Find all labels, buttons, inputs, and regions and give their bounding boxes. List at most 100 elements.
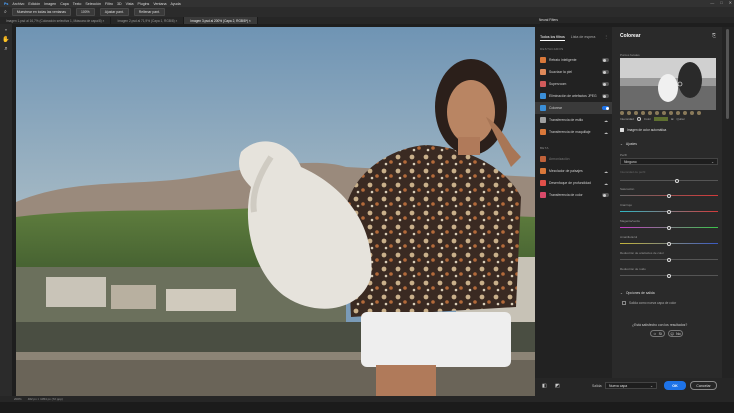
slider-knob[interactable] [667,257,671,262]
adjustment-slider[interactable] [620,225,718,230]
profile-select[interactable]: Ninguno ⌄ [620,158,718,165]
fit-screen-button[interactable]: Ajustar pant. [99,8,129,16]
color-dot[interactable] [655,111,659,115]
filter-item[interactable]: Transferencia de estilo ☁ [535,114,612,126]
tab-wait-list[interactable]: Lista de espera [571,35,596,41]
color-dot[interactable] [676,111,680,115]
filter-item[interactable]: Eliminación de artefactos JPEG [535,90,612,102]
fill-screen-button[interactable]: Rellenar pant. [133,8,165,16]
cancel-button[interactable]: Cancelar [690,381,717,390]
slider-knob[interactable] [667,193,671,198]
minimize-icon[interactable]: — [710,0,714,5]
close-icon[interactable]: ✕ [729,0,732,5]
yes-button[interactable]: ☺ Sí [650,330,665,337]
slider-knob[interactable] [675,178,679,183]
doc-tab[interactable]: Imagen 2.psd al 71,9% (Capa 1, RGB/8) × [111,17,185,24]
slider-label: Saturación [620,187,635,191]
ok-button[interactable]: OK [664,381,686,390]
cloud-download-icon[interactable]: ☁ [604,118,608,123]
menu-item[interactable]: Archivo [12,2,24,6]
menu-item[interactable]: Vista [126,2,134,6]
more-icon[interactable]: ⋮ [604,35,608,41]
filter-item[interactable]: Armonización [535,153,612,165]
menu-item[interactable]: Edición [28,2,40,6]
menu-item[interactable]: Filtro [105,2,113,6]
adjustment-slider[interactable] [620,257,718,262]
zoom-tool-icon[interactable]: ⌕ [0,44,12,54]
scroll-thumb[interactable] [726,29,729,119]
adjustment-slider[interactable] [620,241,718,246]
doc-tab-active[interactable]: Imagen 3.psd al 200% (Capa 2, RGB/8*) × [184,17,258,24]
output-select[interactable]: Nueva capa ⌄ [605,382,657,389]
filter-item[interactable]: Superzoom [535,78,612,90]
color-swatch[interactable] [654,117,669,121]
filter-item[interactable]: Suavizar la piel [535,66,612,78]
filter-toggle[interactable] [602,58,609,62]
cloud-download-icon[interactable]: ☁ [604,169,608,174]
menu-item[interactable]: Imagen [44,2,56,6]
color-dot[interactable] [690,111,694,115]
color-dot[interactable] [669,111,673,115]
adjustment-slider[interactable] [620,193,718,198]
menu-item[interactable]: Capa [60,2,69,6]
slider-knob[interactable] [667,241,671,246]
filter-item[interactable]: Colorear [535,102,612,114]
menu-item[interactable]: Selección [85,2,101,6]
filter-item[interactable]: Transferencia de color [535,189,612,201]
color-dot[interactable] [662,111,666,115]
menu-item[interactable]: Texto [73,2,82,6]
panel-scrollbar[interactable] [722,27,734,378]
color-dot[interactable] [648,111,652,115]
collapse-tools-icon[interactable]: » [0,24,12,34]
color-dot[interactable] [683,111,687,115]
maximize-icon[interactable]: □ [720,0,722,5]
output-options-header[interactable]: ⌄ Opciones de salida [620,291,655,295]
adjustments-header[interactable]: ⌄ Ajustes [620,142,637,146]
panel-menu-icon[interactable]: ⎘ [712,33,716,39]
output-layer-checkbox[interactable] [622,301,626,305]
cloud-download-icon[interactable]: ☁ [604,181,608,186]
doc-tab[interactable]: Imagen 1.psd al 16,7% (Coloración select… [0,17,112,24]
preview-thumbnail[interactable] [620,58,716,110]
filter-item[interactable]: Mezclador de paisajes ☁ [535,165,612,177]
profile-strength-slider[interactable] [620,178,718,183]
intensity-knob[interactable] [636,117,641,121]
auto-color-checkbox[interactable] [620,128,624,132]
filter-toggle[interactable] [602,106,609,110]
zoom-level-field[interactable]: 100% [76,8,95,16]
cloud-download-icon[interactable]: ☁ [604,130,608,135]
filter-item[interactable]: Desenfoque de profundidad ☁ [535,177,612,189]
color-dot[interactable] [627,111,631,115]
filter-toggle[interactable] [602,70,609,74]
layer-preview-icon[interactable]: ◩ [555,383,560,389]
slider-knob[interactable] [667,225,671,230]
filter-item[interactable]: Transferencia de maquillaje ☁ [535,126,612,138]
menu-item[interactable]: 3D [117,2,122,6]
color-dot[interactable] [641,111,645,115]
status-zoom[interactable]: 200% [14,397,22,401]
menu-item[interactable]: Ventana [153,2,166,6]
app-logo-icon[interactable]: Ps [4,2,8,6]
remove-icon[interactable]: ⊖ [671,117,674,121]
color-dot[interactable] [620,111,624,115]
filter-toggle[interactable] [602,193,609,197]
filter-icon [540,81,546,87]
no-button[interactable]: ☹ No [668,330,683,337]
zoom-tool-icon[interactable]: ⌕ [4,9,7,15]
color-dot[interactable] [634,111,638,115]
tab-all-filters[interactable]: Todos los filtros [540,35,565,41]
compare-icon[interactable]: ◧ [542,383,547,389]
slider-knob[interactable] [667,209,671,214]
menu-item[interactable]: Ayuda [171,2,181,6]
document-canvas[interactable] [16,27,535,396]
adjustment-slider[interactable] [620,209,718,214]
filter-toggle[interactable] [602,94,609,98]
color-dot[interactable] [697,111,701,115]
hand-tool-icon[interactable]: ✋ [0,34,12,44]
filter-toggle[interactable] [602,82,609,86]
filter-item[interactable]: Retrato inteligente [535,54,612,66]
menu-item[interactable]: Plugins [138,2,150,6]
slider-knob[interactable] [667,273,671,278]
sample-all-windows-button[interactable]: Muestrear en todas las ventanas [11,8,72,16]
adjustment-slider[interactable] [620,273,718,278]
